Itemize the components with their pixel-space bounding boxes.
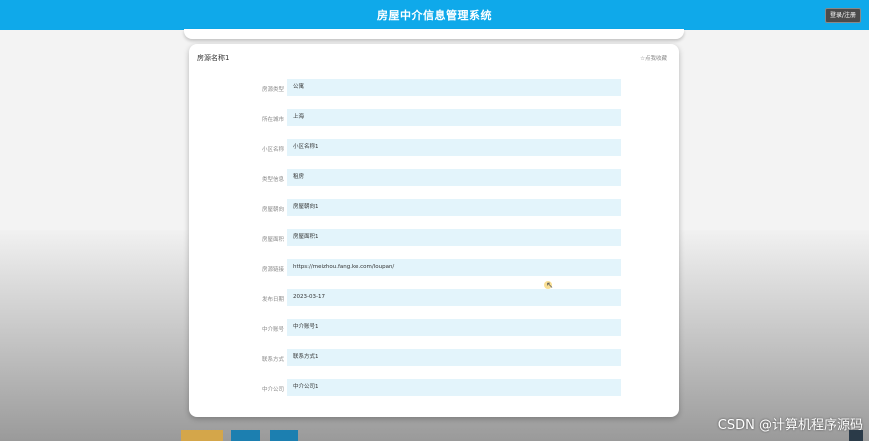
mouse-cursor-icon: ↖	[546, 281, 554, 291]
field-value-link[interactable]: https://meizhou.fang.ke.com/loupan/	[287, 259, 621, 276]
field-value-contact: 联系方式1	[287, 349, 621, 366]
field-label-link: 房源链接	[261, 267, 284, 273]
login-register-button[interactable]: 登录/注册	[824, 8, 861, 23]
previous-card-edge	[184, 29, 684, 39]
field-label-contact: 联系方式	[261, 357, 284, 363]
field-label-type: 房源类型	[261, 87, 284, 93]
field-label-category: 类型信息	[261, 177, 284, 183]
field-label-agency: 中介公司	[261, 387, 284, 393]
field-value-agent-account: 中介账号1	[287, 319, 621, 336]
field-value-type: 公寓	[287, 79, 621, 96]
field-label-date: 发布日期	[261, 297, 284, 303]
field-value-agency: 中介公司1	[287, 379, 621, 396]
field-label-agent-account: 中介账号	[261, 327, 284, 333]
field-label-orientation: 房屋朝向	[261, 207, 284, 213]
bottom-action-button-1[interactable]	[181, 430, 223, 441]
bottom-action-button-2[interactable]	[231, 430, 260, 441]
watermark: CSDN @计算机程序源码	[717, 418, 863, 433]
listing-title: 房源名称1	[197, 54, 230, 62]
favorite-button[interactable]: ☆点我收藏	[640, 54, 667, 62]
field-value-date: 2023-03-17	[287, 289, 621, 306]
bottom-action-button-3[interactable]	[270, 430, 298, 441]
field-label-area: 房屋面积	[261, 237, 284, 243]
field-value-city: 上海	[287, 109, 621, 126]
field-label-community: 小区名称	[261, 147, 284, 153]
field-value-community: 小区名称1	[287, 139, 621, 156]
detail-card: 房源名称1 ☆点我收藏 房源类型 公寓 所在城市 上海 小区名称 小区名称1 类…	[189, 44, 679, 417]
top-header: 房屋中介信息管理系统 登录/注册	[0, 0, 869, 30]
field-value-area: 房屋面积1	[287, 229, 621, 246]
field-label-city: 所在城市	[261, 117, 284, 123]
field-value-category: 租房	[287, 169, 621, 186]
field-value-orientation: 房屋朝向1	[287, 199, 621, 216]
corner-icon	[849, 430, 863, 441]
page-title: 房屋中介信息管理系统	[377, 9, 492, 22]
